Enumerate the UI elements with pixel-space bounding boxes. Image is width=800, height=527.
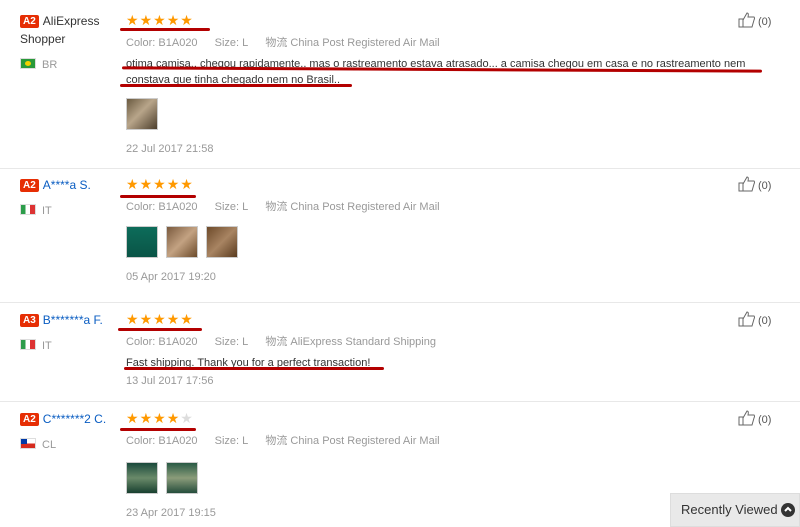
- helpful-button[interactable]: (0): [738, 311, 771, 327]
- star-icon: ★: [153, 176, 167, 192]
- thumbs-up-icon: [738, 12, 755, 28]
- color-value: B1A020: [158, 37, 198, 49]
- color-value: B1A020: [158, 201, 198, 213]
- reviewer-country: CL: [20, 438, 120, 451]
- star-icon: ★: [139, 12, 154, 28]
- shipping-method: China Post Registered Air Mail: [290, 37, 440, 49]
- reviewer-info: A3 B*******a F. IT: [20, 311, 120, 352]
- star-icon: ★: [139, 410, 154, 426]
- shipping-method: AliExpress Standard Shipping: [290, 336, 436, 348]
- flag-icon: [20, 339, 36, 350]
- order-info: Color: B1A020 Size: L 物流 China Post Regi…: [126, 37, 440, 49]
- annotation-underline: [118, 328, 202, 331]
- thumbs-up-icon: [738, 311, 755, 327]
- annotation-underline: [120, 28, 210, 31]
- reviewer-info: A2 A****a S. IT: [20, 176, 120, 217]
- helpful-button[interactable]: (0): [738, 410, 771, 426]
- flag-icon: [20, 438, 36, 449]
- reviewer-country: BR: [20, 58, 120, 71]
- chevron-up-icon: [781, 503, 795, 517]
- shipping-method: China Post Registered Air Mail: [290, 201, 440, 213]
- thumbs-up-icon: [738, 176, 755, 192]
- size-value: L: [242, 37, 249, 49]
- flag-icon: [20, 204, 36, 215]
- star-icon: ★: [126, 311, 140, 327]
- star-icon: ★: [126, 176, 140, 192]
- review-photo[interactable]: [206, 226, 238, 258]
- level-badge: A3: [20, 314, 39, 327]
- review-photo[interactable]: [126, 226, 158, 258]
- review-date: 13 Jul 2017 17:56: [126, 375, 214, 387]
- recently-viewed-button[interactable]: Recently Viewed: [670, 493, 800, 527]
- review-photos: [126, 98, 776, 135]
- annotation-underline: [124, 367, 384, 370]
- reviewer-info: A2 C*******2 C. CL: [20, 410, 120, 451]
- star-icon: ★: [126, 410, 140, 426]
- star-icon: ★: [166, 410, 181, 426]
- review-photo[interactable]: [166, 226, 198, 258]
- size-value: L: [242, 336, 249, 348]
- level-badge: A2: [20, 179, 39, 192]
- flag-icon: [20, 58, 36, 69]
- size-value: L: [242, 435, 249, 447]
- star-icon: ★: [166, 311, 181, 327]
- reviewer-name[interactable]: C*******2 C.: [43, 412, 106, 426]
- review-date: 05 Apr 2017 19:20: [126, 271, 216, 283]
- annotation-underline: [120, 195, 196, 198]
- review-photos: [126, 226, 776, 263]
- star-icon: ★: [180, 311, 194, 327]
- helpful-button[interactable]: (0): [738, 12, 771, 28]
- review-content: ★★★★★ Color: B1A020 Size: L 物流 China Pos…: [126, 176, 776, 283]
- review-photo[interactable]: [126, 462, 158, 494]
- level-badge: A2: [20, 15, 39, 28]
- star-rating: ★★★★★: [126, 176, 776, 192]
- size-value: L: [242, 201, 249, 213]
- reviewer-country: IT: [20, 204, 120, 217]
- color-value: B1A020: [158, 435, 198, 447]
- review-item: A3 B*******a F. IT ★★★★★ Color: B1A020 Si…: [0, 311, 800, 402]
- star-icon: ★: [153, 410, 167, 426]
- star-rating: ★★★★★: [126, 12, 776, 28]
- order-info: Color: B1A020 Size: L 物流 China Post Regi…: [126, 435, 440, 447]
- star-icon: ★: [126, 12, 140, 28]
- level-badge: A2: [20, 413, 39, 426]
- order-info: Color: B1A020 Size: L 物流 AliExpress Stan…: [126, 336, 436, 348]
- helpful-button[interactable]: (0): [738, 176, 771, 192]
- star-icon: ★: [153, 311, 167, 327]
- shipping-method: China Post Registered Air Mail: [290, 435, 440, 447]
- star-icon: ★: [153, 12, 167, 28]
- star-icon: ★: [139, 176, 154, 192]
- thumbs-up-icon: [738, 410, 755, 426]
- annotation-underline: [120, 428, 196, 431]
- reviewer-name[interactable]: A****a S.: [43, 178, 91, 192]
- review-date: 22 Jul 2017 21:58: [126, 143, 214, 155]
- annotation-underline: [120, 84, 352, 87]
- star-icon: ★: [166, 176, 181, 192]
- review-content: ★★★★★ Color: B1A020 Size: L 物流 AliExpres…: [126, 311, 776, 387]
- reviewer-name[interactable]: B*******a F.: [43, 313, 103, 327]
- reviewer-country: IT: [20, 339, 120, 352]
- reviewer-info: A2 AliExpress Shopper BR: [20, 12, 120, 71]
- star-icon: ★: [180, 12, 194, 28]
- review-photo[interactable]: [166, 462, 198, 494]
- star-icon: ★: [180, 410, 194, 426]
- star-icon: ★: [139, 311, 154, 327]
- order-info: Color: B1A020 Size: L 物流 China Post Regi…: [126, 201, 440, 213]
- review-item: A2 AliExpress Shopper BR ★★★★★ Color: B1A…: [0, 12, 800, 169]
- color-value: B1A020: [158, 336, 198, 348]
- recently-viewed-label: Recently Viewed: [681, 502, 778, 517]
- star-icon: ★: [166, 12, 181, 28]
- star-icon: ★: [180, 176, 194, 192]
- star-rating: ★★★★★: [126, 311, 776, 327]
- review-photo[interactable]: [126, 98, 158, 130]
- star-rating: ★★★★★: [126, 410, 776, 426]
